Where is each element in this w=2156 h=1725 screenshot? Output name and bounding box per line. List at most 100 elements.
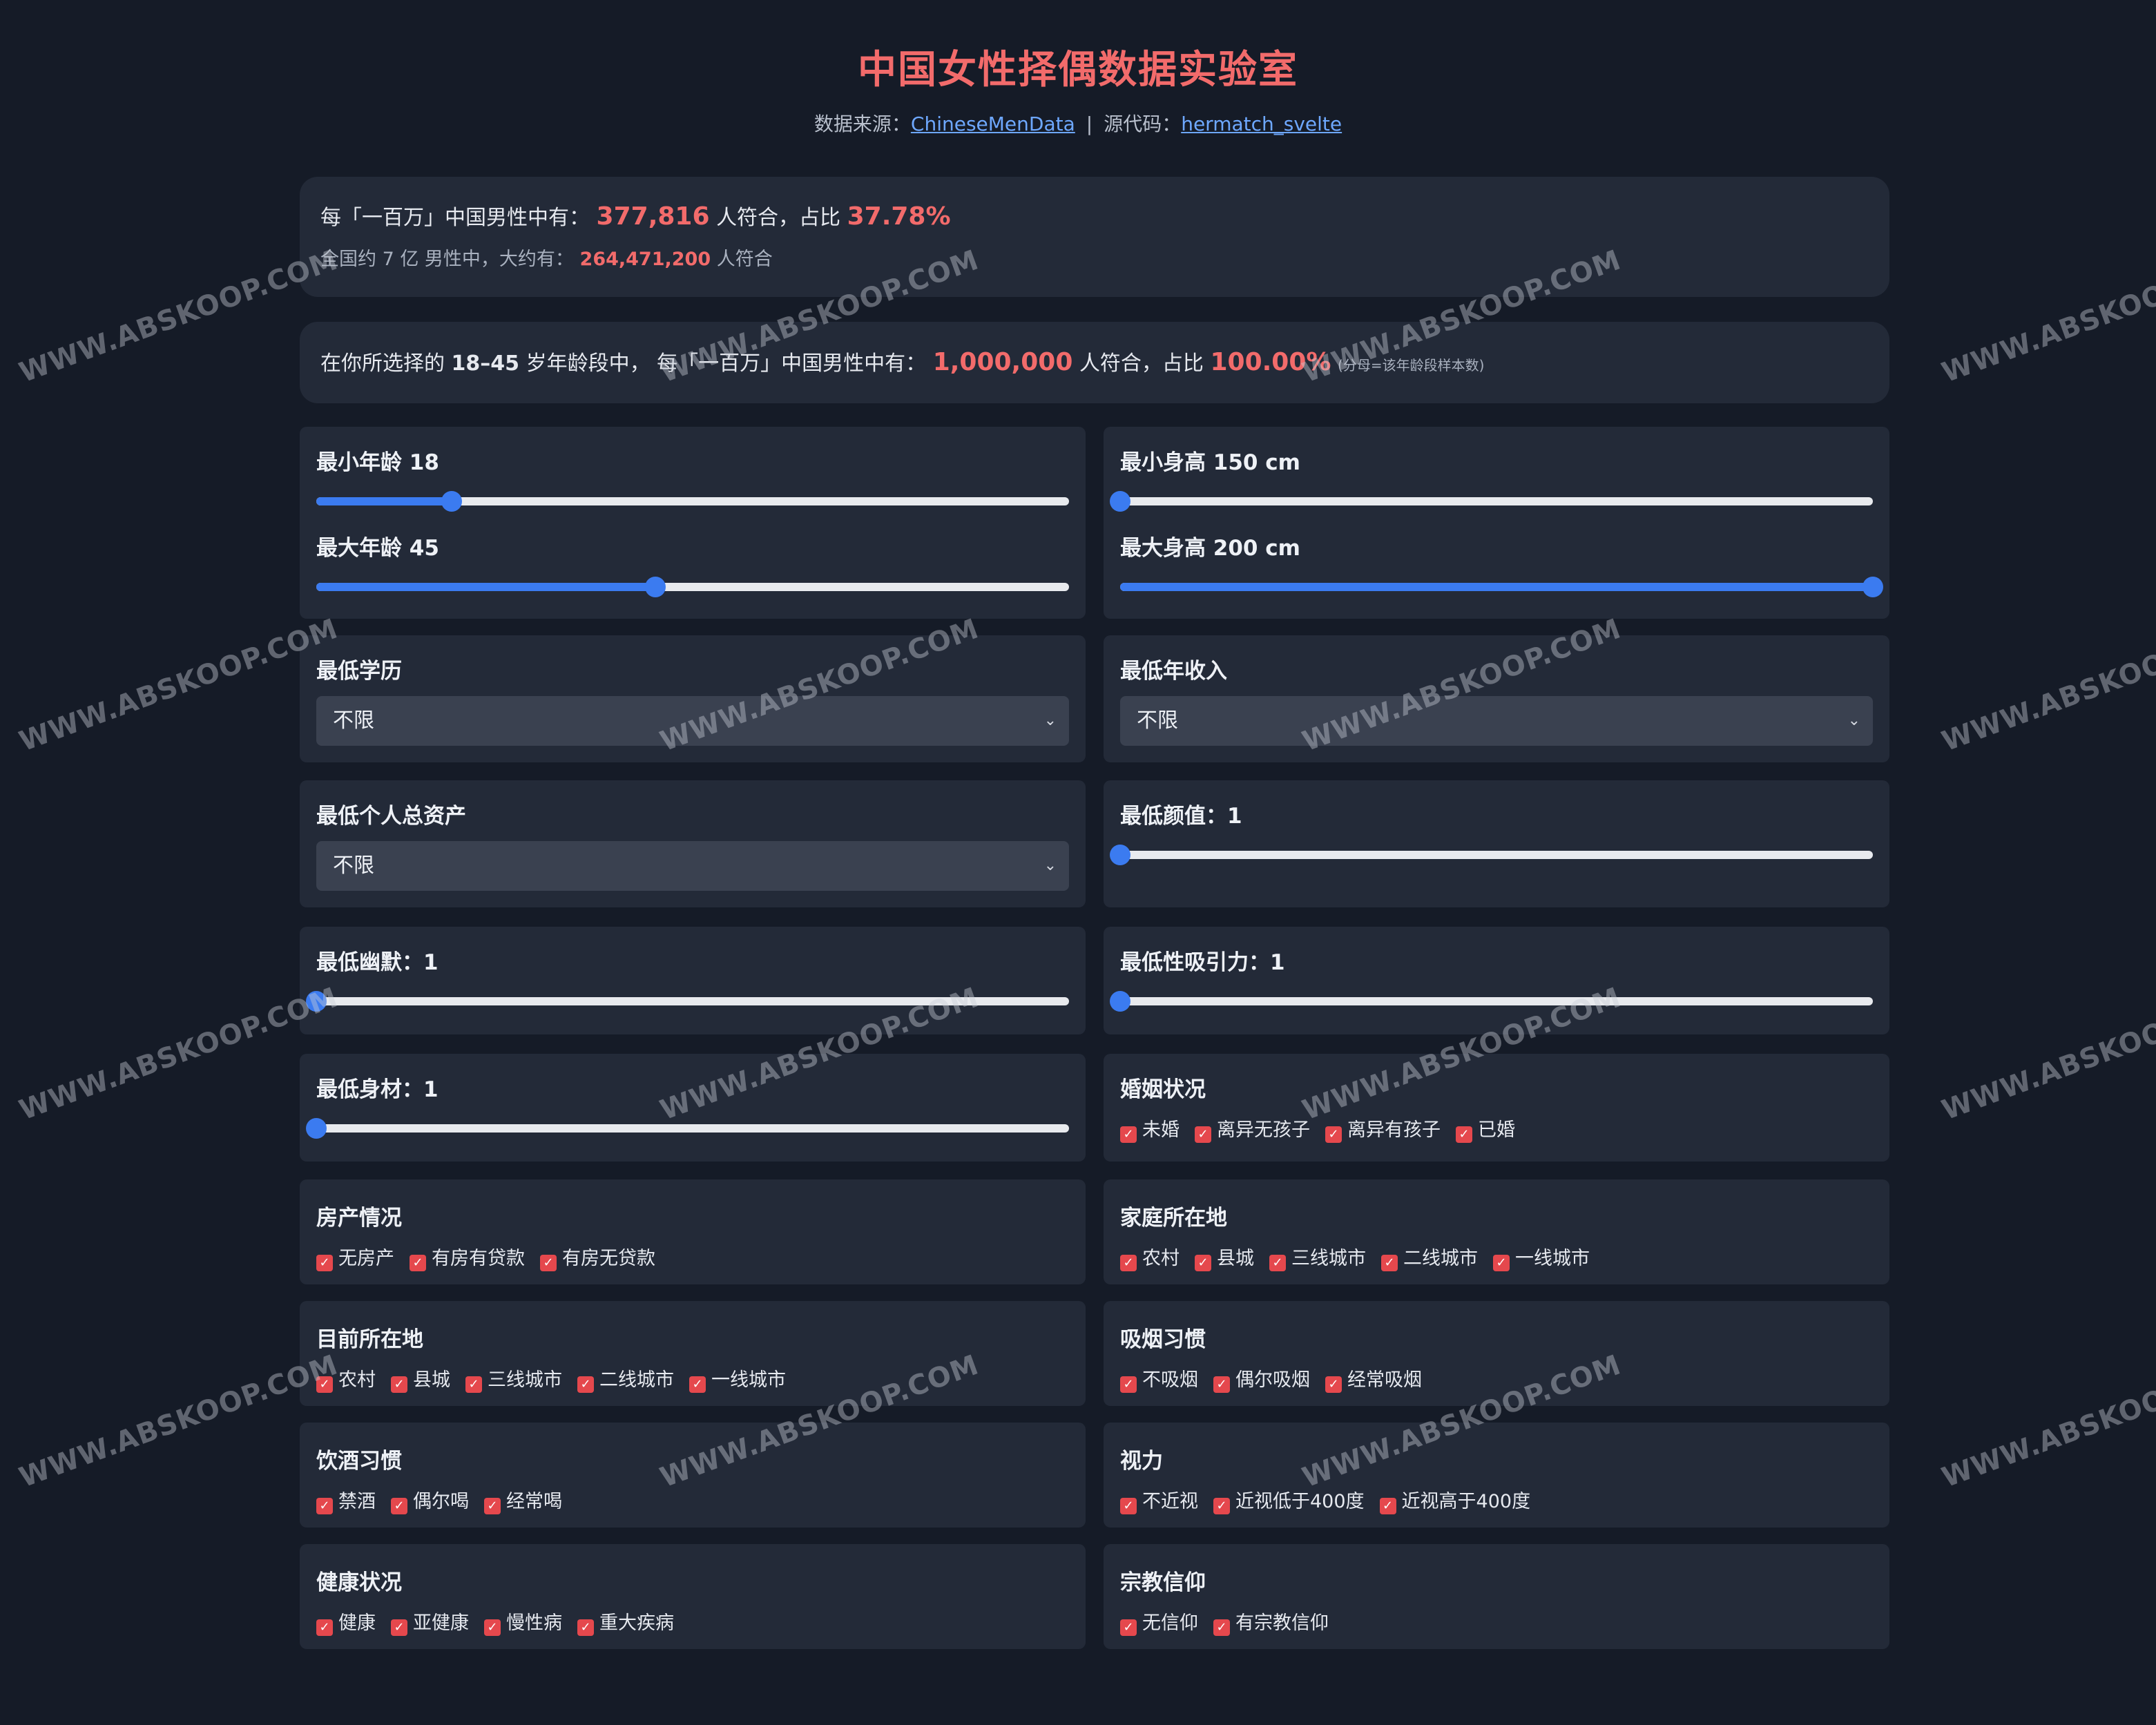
checkbox-checked-icon[interactable]: ✓ (577, 1376, 594, 1393)
min-age-slider[interactable] (316, 491, 1069, 512)
checkbox-checked-icon[interactable]: ✓ (465, 1376, 482, 1393)
max-height-handle[interactable] (1863, 577, 1883, 597)
checkbox-checked-icon[interactable]: ✓ (1120, 1619, 1137, 1636)
checkbox-checked-icon[interactable]: ✓ (391, 1376, 407, 1393)
checkbox-option[interactable]: ✓ 近视高于400度 (1379, 1486, 1530, 1514)
source-prefix: 数据来源： (814, 113, 911, 135)
checkbox-checked-icon[interactable]: ✓ (1325, 1126, 1342, 1143)
code-link[interactable]: hermatch_svelte (1181, 113, 1342, 135)
checkbox-option[interactable]: ✓ 三线城市 (465, 1365, 562, 1393)
watermark: WWW.ABSKOOP.COM (15, 981, 343, 1127)
checkbox-checked-icon[interactable]: ✓ (1493, 1255, 1510, 1271)
checkbox-option[interactable]: ✓ 无房产 (316, 1243, 394, 1271)
checkbox-option[interactable]: ✓ 偶尔吸烟 (1213, 1365, 1310, 1393)
checkbox-option[interactable]: ✓ 健康 (316, 1608, 376, 1636)
watermark: WWW.ABSKOOP.COM (1938, 244, 2156, 389)
sex-appeal-slider[interactable] (1110, 991, 1873, 1012)
current-location-panel: 目前所在地 ✓ 农村 ✓ 县城 ✓ 三线城市 ✓ 二线城市 ✓ 一线城市 (300, 1301, 1086, 1406)
physique-handle[interactable] (306, 1118, 327, 1139)
looks-label: 最低颜值：1 (1120, 804, 1242, 829)
checkbox-checked-icon[interactable]: ✓ (1379, 1498, 1396, 1514)
checkbox-option[interactable]: ✓ 已婚 (1456, 1115, 1515, 1143)
checkbox-checked-icon[interactable]: ✓ (1213, 1376, 1230, 1393)
checkbox-checked-icon[interactable]: ✓ (410, 1255, 426, 1271)
checkbox-option[interactable]: ✓ 二线城市 (1381, 1243, 1478, 1271)
checkbox-option[interactable]: ✓ 慢性病 (484, 1608, 562, 1636)
physique-slider[interactable] (306, 1118, 1069, 1139)
checkbox-option[interactable]: ✓ 偶尔喝 (391, 1486, 469, 1514)
checkbox-checked-icon[interactable]: ✓ (577, 1619, 594, 1636)
checkbox-checked-icon[interactable]: ✓ (316, 1498, 333, 1514)
checkbox-label: 县城 (413, 1369, 450, 1391)
max-age-handle[interactable] (644, 577, 666, 597)
checkbox-checked-icon[interactable]: ✓ (1120, 1376, 1137, 1393)
humor-label: 最低幽默：1 (316, 950, 439, 975)
checkbox-option[interactable]: ✓ 离异有孩子 (1325, 1115, 1441, 1143)
checkbox-checked-icon[interactable]: ✓ (1120, 1255, 1137, 1271)
checkbox-option[interactable]: ✓ 近视低于400度 (1213, 1486, 1365, 1514)
checkbox-option[interactable]: ✓ 三线城市 (1269, 1243, 1366, 1271)
height-filter-panel: 最小身高 150 cm 最大身高 200 cm (1104, 427, 1889, 619)
sex-appeal-label: 最低性吸引力：1 (1120, 950, 1285, 975)
checkbox-option[interactable]: ✓ 农村 (316, 1365, 376, 1393)
checkbox-option[interactable]: ✓ 未婚 (1120, 1115, 1180, 1143)
checkbox-option[interactable]: ✓ 禁酒 (316, 1486, 376, 1514)
source-link[interactable]: ChineseMenData (911, 113, 1075, 135)
checkbox-checked-icon[interactable]: ✓ (391, 1619, 407, 1636)
checkbox-checked-icon[interactable]: ✓ (1120, 1498, 1137, 1514)
checkbox-option[interactable]: ✓ 有宗教信仰 (1213, 1608, 1329, 1636)
checkbox-checked-icon[interactable]: ✓ (391, 1498, 407, 1514)
checkbox-checked-icon[interactable]: ✓ (1120, 1126, 1137, 1143)
checkbox-checked-icon[interactable]: ✓ (1213, 1619, 1230, 1636)
humor-slider[interactable] (306, 991, 1069, 1012)
income-panel: 最低年收入 不限 ⌄ (1104, 635, 1889, 762)
looks-slider[interactable] (1110, 845, 1873, 865)
chevron-down-icon: ⌄ (1847, 712, 1860, 729)
checkbox-checked-icon[interactable]: ✓ (689, 1376, 706, 1393)
checkbox-option[interactable]: ✓ 不吸烟 (1120, 1365, 1198, 1393)
checkbox-option[interactable]: ✓ 无信仰 (1120, 1608, 1198, 1636)
sex-appeal-handle[interactable] (1110, 991, 1130, 1012)
checkbox-label: 健康 (338, 1612, 376, 1634)
age-stats-line: 在你所选择的 18–45 岁年龄段中， 每「一百万」中国男性中有： 1,000,… (320, 344, 1869, 384)
checkbox-option[interactable]: ✓ 二线城市 (577, 1365, 674, 1393)
checkbox-checked-icon[interactable]: ✓ (1195, 1126, 1211, 1143)
checkbox-option[interactable]: ✓ 不近视 (1120, 1486, 1198, 1514)
max-age-slider[interactable] (316, 577, 1069, 597)
checkbox-option[interactable]: ✓ 亚健康 (391, 1608, 469, 1636)
humor-handle[interactable] (306, 991, 327, 1012)
checkbox-checked-icon[interactable]: ✓ (1325, 1376, 1342, 1393)
education-select[interactable]: 不限 ⌄ (316, 696, 1069, 746)
checkbox-option[interactable]: ✓ 农村 (1120, 1243, 1180, 1271)
checkbox-option[interactable]: ✓ 有房有贷款 (410, 1243, 525, 1271)
checkbox-checked-icon[interactable]: ✓ (1456, 1126, 1472, 1143)
checkbox-checked-icon[interactable]: ✓ (1269, 1255, 1286, 1271)
checkbox-option[interactable]: ✓ 离异无孩子 (1195, 1115, 1310, 1143)
checkbox-option[interactable]: ✓ 县城 (391, 1365, 450, 1393)
checkbox-option[interactable]: ✓ 重大疾病 (577, 1608, 674, 1636)
min-age-handle[interactable] (441, 491, 463, 512)
max-height-slider[interactable] (1120, 577, 1883, 597)
checkbox-checked-icon[interactable]: ✓ (1195, 1255, 1211, 1271)
checkbox-checked-icon[interactable]: ✓ (1213, 1498, 1230, 1514)
checkbox-option[interactable]: ✓ 一线城市 (1493, 1243, 1590, 1271)
sex-appeal-panel: 最低性吸引力：1 (1104, 927, 1889, 1034)
checkbox-checked-icon[interactable]: ✓ (1381, 1255, 1398, 1271)
checkbox-checked-icon[interactable]: ✓ (316, 1376, 333, 1393)
checkbox-checked-icon[interactable]: ✓ (484, 1619, 501, 1636)
checkbox-option[interactable]: ✓ 县城 (1195, 1243, 1254, 1271)
min-height-slider[interactable] (1110, 491, 1873, 512)
checkbox-checked-icon[interactable]: ✓ (540, 1255, 557, 1271)
assets-select[interactable]: 不限 ⌄ (316, 841, 1069, 891)
income-select[interactable]: 不限 ⌄ (1120, 696, 1873, 746)
checkbox-option[interactable]: ✓ 经常吸烟 (1325, 1365, 1422, 1393)
checkbox-checked-icon[interactable]: ✓ (316, 1619, 333, 1636)
checkbox-option[interactable]: ✓ 一线城市 (689, 1365, 786, 1393)
checkbox-option[interactable]: ✓ 经常喝 (484, 1486, 562, 1514)
checkbox-label: 农村 (1142, 1248, 1180, 1269)
min-height-handle[interactable] (1110, 491, 1130, 512)
checkbox-option[interactable]: ✓ 有房无贷款 (540, 1243, 655, 1271)
checkbox-checked-icon[interactable]: ✓ (316, 1255, 333, 1271)
checkbox-checked-icon[interactable]: ✓ (484, 1498, 501, 1514)
looks-handle[interactable] (1110, 845, 1130, 865)
